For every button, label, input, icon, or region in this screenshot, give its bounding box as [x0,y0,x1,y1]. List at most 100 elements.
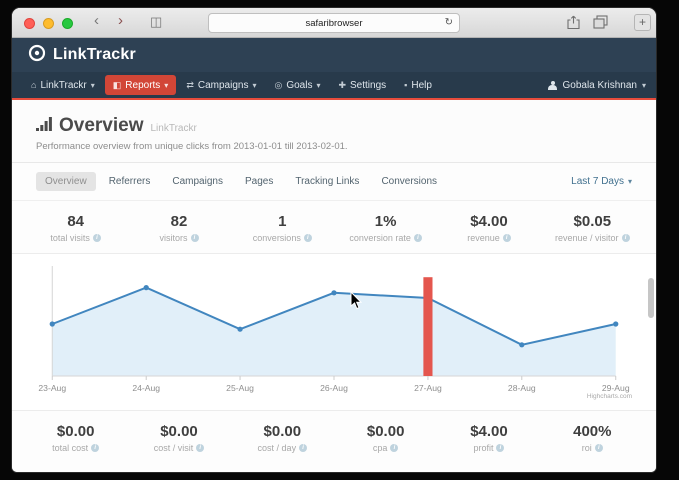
zoom-window-button[interactable] [62,18,73,29]
sidebar-toggle-icon[interactable]: ◫ [150,14,162,30]
x-tick-label: 23-Aug [38,383,66,393]
nav-item-linktrackr[interactable]: ⌂LinkTrackr▾ [23,75,103,95]
bar-chart-icon [36,117,52,136]
info-icon[interactable]: i [390,444,398,452]
tab-overview-icon[interactable] [593,15,608,34]
stat-total-cost: $0.00 total costi [24,423,127,453]
page-title-suffix: LinkTrackr [151,123,197,134]
nav-item-help[interactable]: ▪Help [396,75,440,95]
stat-value: 1% [334,213,437,230]
stat-value: 1 [231,213,334,230]
stat-cpa: $0.00 cpai [334,423,437,453]
reports-icon: ◧ [113,80,122,91]
tab-overview[interactable]: Overview [36,172,96,191]
stat-roi: 400% roii [541,423,644,453]
stat-visitors: 82 visitors i [127,213,230,243]
stat-conversion-rate: 1% conversion ratei [334,213,437,243]
stat-label-text: roi [582,443,592,453]
reload-icon[interactable]: ↻ [445,17,453,28]
stat-label: cost / visiti [127,443,230,453]
stat-value: 400% [541,423,644,440]
user-menu[interactable]: Gobala Krishnan ▾ [548,80,646,91]
stat-value: 82 [127,213,230,230]
page-title: Overview [59,115,144,137]
info-icon[interactable]: i [191,234,199,242]
scrollbar-thumb[interactable] [648,278,654,318]
date-range-label: Last 7 Days [571,176,624,187]
info-icon[interactable]: i [299,444,307,452]
chevron-down-icon: ▾ [164,81,168,90]
goals-icon: ◎ [274,80,282,91]
brand-name: LinkTrackr [53,46,136,64]
nav-item-goals[interactable]: ◎ Goals ▾ [266,75,328,95]
minimize-window-button[interactable] [43,18,54,29]
chevron-down-icon: ▾ [252,81,256,90]
new-tab-button[interactable]: + [634,14,651,31]
stat-conversions: 1 conversionsi [231,213,334,243]
info-icon[interactable]: i [304,234,312,242]
info-icon[interactable]: i [622,234,630,242]
main-nav: ⌂LinkTrackr▾◧Reports▾⇄Campaigns▾ ◎ Goals ▾ ✚… [12,72,656,98]
stat-value: $0.00 [127,423,230,440]
info-icon[interactable]: i [503,234,511,242]
info-icon[interactable]: i [93,234,101,242]
stat-value: 84 [24,213,127,230]
stat-label: cpai [334,443,437,453]
stat-label-text: visitors [159,233,187,243]
info-icon[interactable]: i [196,444,204,452]
settings-wrench-icon: ✚ [338,80,346,91]
close-window-button[interactable] [24,18,35,29]
stat-value: $0.00 [231,423,334,440]
address-bar[interactable]: safaribrowser ↻ [208,13,460,33]
stats-row-top: 84total visitsi82visitorsi1conversionsi1… [12,201,656,253]
info-icon[interactable]: i [496,444,504,452]
stats-row-bottom: $0.00total costi$0.00cost / visiti$0.00c… [12,411,656,463]
tab-tracking-links[interactable]: Tracking Links [286,172,368,191]
chevron-down-icon: ▾ [316,81,320,90]
x-tick-label: 27-Aug [414,383,442,393]
stat-label: total costi [24,443,127,453]
stat-label: cost / dayi [231,443,334,453]
forward-button[interactable]: › [118,12,123,29]
share-icon[interactable] [567,15,580,35]
nav-item-reports[interactable]: ◧Reports▾ [105,75,177,95]
tab-conversions[interactable]: Conversions [372,172,446,191]
url-text: safaribrowser [209,18,459,29]
info-icon[interactable]: i [414,234,422,242]
tab-pages[interactable]: Pages [236,172,282,191]
nav-item-label: Campaigns [198,80,249,91]
nav-item-label: Goals [286,80,312,91]
help-icon: ▪ [404,80,407,90]
chart-credit: Highcharts.com [587,393,632,400]
tab-referrers[interactable]: Referrers [100,172,160,191]
page-subtitle: Performance overview from unique clicks … [36,141,632,152]
stat-value: $0.00 [334,423,437,440]
stat-label: conversionsi [231,233,334,243]
stat-value: $0.00 [24,423,127,440]
back-button[interactable]: ‹ [94,12,99,29]
tab-campaigns[interactable]: Campaigns [163,172,232,191]
x-tick-label: 29-Aug [602,383,630,393]
user-icon [548,81,557,90]
chevron-down-icon: ▾ [628,177,632,186]
nav-item-settings[interactable]: ✚Settings [330,75,394,95]
stat-profit: $4.00profiti [437,423,540,453]
stat-revenue-visitor: $0.05revenue / visitori [541,213,644,243]
data-marker-28-Aug [519,342,524,347]
nav-item-campaigns[interactable]: ⇄Campaigns▾ [178,75,264,95]
report-tabs: OverviewReferrersCampaignsPagesTracking … [12,163,656,201]
stat-cost-visit: $0.00 cost / visiti [127,423,230,453]
linktrackr-logo-icon [28,44,46,67]
stat-label-text: revenue [467,233,500,243]
page-header: Overview LinkTrackr Performance overview… [12,100,656,163]
browser-window: ‹ › ◫ safaribrowser ↻ + LinkT [12,8,656,472]
stat-value: $0.05 [541,213,644,230]
chevron-down-icon: ▾ [91,81,95,90]
area-series [52,288,615,376]
stat-label-text: conversion rate [349,233,411,243]
visits-chart: 23-Aug24-Aug25-Aug26-Aug27-Aug28-Aug29-A… [12,253,656,411]
stat-label: profiti [437,443,540,453]
date-range-selector[interactable]: Last 7 Days ▾ [571,176,632,187]
info-icon[interactable]: i [91,444,99,452]
info-icon[interactable]: i [595,444,603,452]
